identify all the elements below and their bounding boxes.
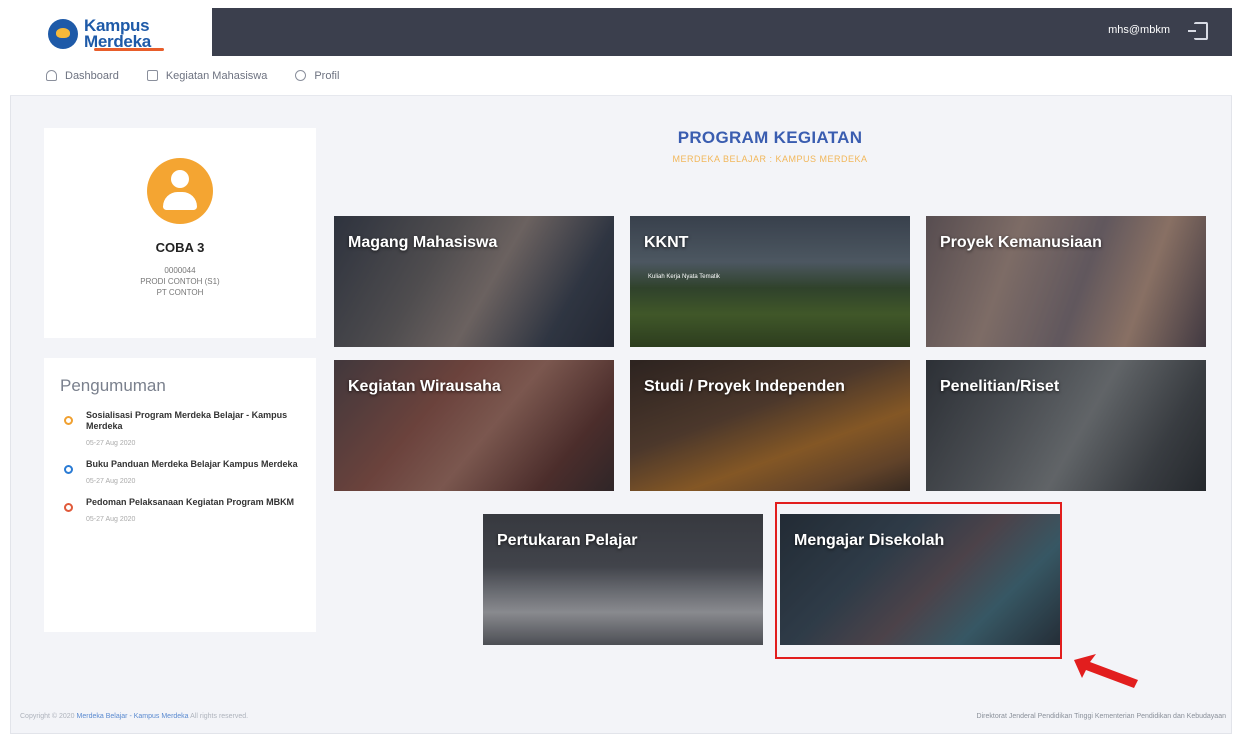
tile-label: Penelitian/Riset — [940, 378, 1060, 395]
profile-pt: PT CONTOH — [156, 288, 204, 297]
announcement-card: Pengumuman Sosialisasi Program Merdeka B… — [44, 358, 316, 632]
footer-link[interactable]: Merdeka Belajar - Kampus Merdeka — [77, 713, 189, 720]
profile-prodi: PRODI CONTOH (S1) — [140, 277, 220, 286]
footer-copyright-prefix: Copyright © 2020 — [20, 713, 75, 720]
nav-item-profil[interactable]: Profil — [295, 70, 339, 82]
document-icon — [146, 70, 158, 81]
nav-item-dashboard[interactable]: Dashboard — [46, 70, 119, 82]
announcement-title: Pengumuman — [60, 376, 166, 395]
tile-label: Kegiatan Wirausaha — [348, 378, 501, 395]
timeline-dot-icon — [64, 503, 73, 512]
announcement-item-title: Sosialisasi Program Merdeka Belajar - Ka… — [86, 410, 288, 431]
top-bar: Kampus Merdeka mhs@mbkm — [10, 8, 1232, 60]
logout-icon[interactable] — [1188, 22, 1208, 40]
tile-kegiatan-wirausaha[interactable]: Kegiatan Wirausaha — [334, 360, 614, 491]
logo-emblem-icon — [48, 19, 78, 49]
highlight-box — [775, 502, 1062, 659]
logo-underline — [94, 48, 164, 51]
footer-credit: Direktorat Jenderal Pendidikan Tinggi Ke… — [976, 713, 1226, 720]
footer-copyright-suffix: All rights reserved. — [190, 713, 249, 720]
announcement-item[interactable]: Buku Panduan Merdeka Belajar Kampus Merd… — [60, 459, 300, 485]
tile-sublabel: Kuliah Kerja Nyata Tematik — [648, 274, 720, 280]
profile-name: COBA 3 — [155, 240, 205, 255]
announcement-item[interactable]: Pedoman Pelaksanaan Kegiatan Program MBK… — [60, 497, 300, 523]
announcement-item[interactable]: Sosialisasi Program Merdeka Belajar - Ka… — [60, 410, 300, 447]
main-nav: Dashboard Kegiatan Mahasiswa Profil — [10, 56, 1232, 96]
announcement-item-date: 05-27 Aug 2020 — [86, 440, 136, 447]
nav-item-label: Kegiatan Mahasiswa — [165, 69, 268, 82]
nav-item-kegiatan-mahasiswa[interactable]: Kegiatan Mahasiswa — [146, 69, 268, 82]
nav-item-label: Dashboard — [65, 69, 119, 82]
home-icon — [46, 70, 57, 81]
announcement-item-title: Pedoman Pelaksanaan Kegiatan Program MBK… — [86, 497, 295, 507]
tile-proyek-kemanusiaan[interactable]: Proyek Kemanusiaan — [926, 216, 1206, 347]
program-title: PROGRAM KEGIATAN — [677, 128, 863, 147]
tile-label: Pertukaran Pelajar — [497, 532, 638, 549]
user-icon — [295, 70, 307, 81]
announcement-item-date: 05-27 Aug 2020 — [86, 478, 136, 485]
tile-label: Magang Mahasiswa — [348, 234, 498, 251]
program-heading: PROGRAM KEGIATAN MERDEKA BELAJAR : KAMPU… — [560, 128, 980, 164]
avatar — [147, 158, 213, 224]
tile-label: KKNT — [644, 234, 689, 251]
profile-card: COBA 3 0000044 PRODI CONTOH (S1) PT CONT… — [44, 128, 316, 338]
tile-label: Proyek Kemanusiaan — [940, 234, 1102, 251]
nav-item-label: Profil — [314, 69, 340, 82]
tile-penelitian-riset[interactable]: Penelitian/Riset — [926, 360, 1206, 491]
announcement-item-date: 05-27 Aug 2020 — [86, 516, 136, 523]
tile-pertukaran-pelajar[interactable]: Pertukaran Pelajar — [483, 514, 763, 645]
user-email[interactable]: mhs@mbkm — [1108, 24, 1170, 36]
red-arrow-icon — [1074, 654, 1138, 688]
timeline-dot-icon — [64, 465, 73, 474]
profile-meta: 0000044 PRODI CONTOH (S1) PT CONTOH — [44, 265, 316, 298]
timeline-dot-icon — [64, 416, 73, 425]
tile-magang-mahasiswa[interactable]: Magang Mahasiswa — [334, 216, 614, 347]
profile-nim: 0000044 — [164, 266, 196, 275]
kampus-merdeka-logo[interactable]: Kampus Merdeka — [10, 8, 212, 60]
announcement-item-title: Buku Panduan Merdeka Belajar Kampus Merd… — [86, 459, 298, 469]
tile-label: Studi / Proyek Independen — [644, 378, 845, 395]
program-subtitle: MERDEKA BELAJAR : KAMPUS MERDEKA — [672, 154, 868, 164]
tile-kknt[interactable]: KKNT Kuliah Kerja Nyata Tematik — [630, 216, 910, 347]
tile-studi-proyek-independen[interactable]: Studi / Proyek Independen — [630, 360, 910, 491]
footer-copyright: Copyright © 2020 Merdeka Belajar - Kampu… — [20, 713, 248, 720]
